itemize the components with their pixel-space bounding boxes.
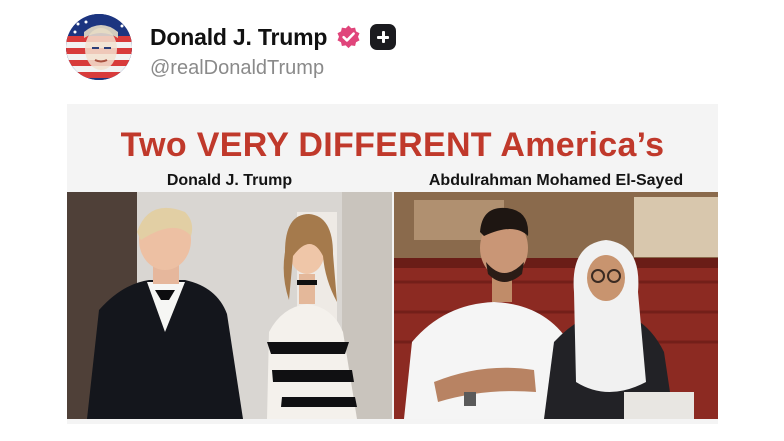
left-caption: Donald J. Trump — [166, 172, 293, 189]
post-image[interactable]: Two VERY DIFFERENT America’s Donald J. T… — [67, 104, 718, 424]
name-row: Donald J. Trump — [150, 22, 397, 52]
plus-icon[interactable] — [370, 24, 397, 50]
user-handle[interactable]: @realDonaldTrump — [150, 57, 324, 80]
display-name[interactable]: Donald J. Trump — [150, 24, 327, 51]
avatar[interactable] — [66, 14, 132, 80]
left-photo — [67, 192, 392, 419]
right-caption: Abdulrahman Mohamed El-Sayed — [428, 172, 684, 189]
image-headline: Two VERY DIFFERENT America’s — [120, 126, 665, 164]
right-photo — [394, 192, 718, 419]
post-header: Donald J. Trump @realDonaldTrump — [0, 0, 784, 100]
verified-badge-icon — [335, 24, 362, 51]
